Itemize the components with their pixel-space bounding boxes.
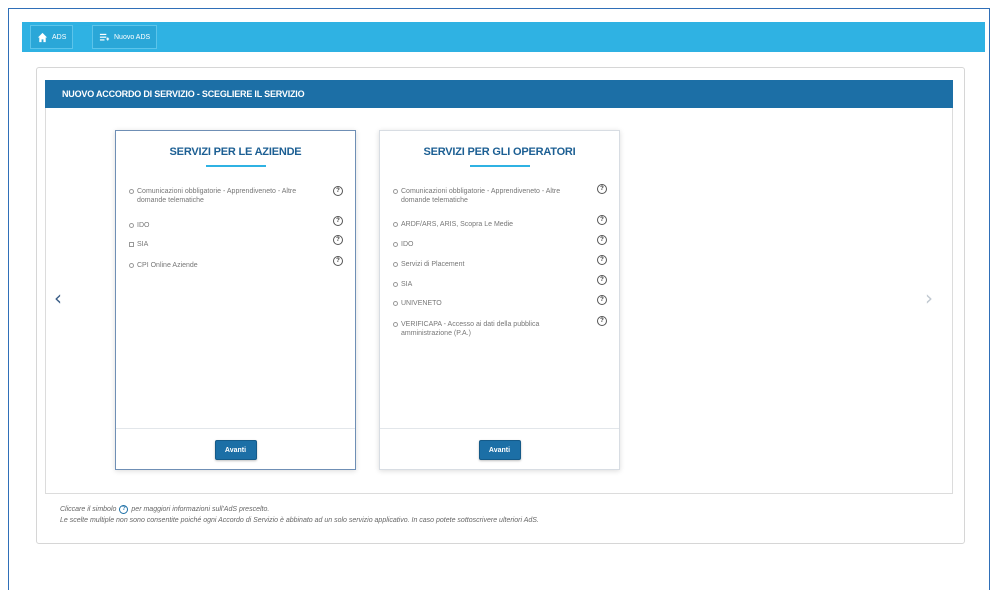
help-icon[interactable]: ? <box>597 255 607 265</box>
option-label: CPI Online Aziende <box>137 262 198 269</box>
title-underline <box>469 165 530 167</box>
radio-button[interactable] <box>393 242 398 247</box>
radio-button[interactable] <box>129 263 134 268</box>
nav-new-ads-button[interactable]: Nuovo ADS <box>92 25 158 49</box>
nav-home-label: ADS <box>52 33 67 41</box>
option-label: SIA <box>401 281 413 288</box>
option-verificapa[interactable]: VERIFICAPA - Accesso ai dati della pubbl… <box>393 320 581 338</box>
option-comunicazioni[interactable]: Comunicazioni obbligatorie - Apprendiven… <box>393 187 581 205</box>
help-icon[interactable]: ? <box>333 235 343 245</box>
home-icon <box>37 32 48 42</box>
option-label: IDO <box>401 241 414 248</box>
avanti-button[interactable]: Avanti <box>478 440 521 460</box>
radio-button[interactable] <box>129 223 134 228</box>
radio-button[interactable] <box>129 189 134 194</box>
option-label: UNIVENETO <box>401 300 442 307</box>
info-note: Cliccare il simbolo ? per maggiori infor… <box>60 505 269 514</box>
option-label: SIA <box>137 241 149 248</box>
list-add-icon <box>99 33 110 41</box>
radio-button[interactable] <box>393 189 398 194</box>
radio-button[interactable] <box>393 222 398 227</box>
help-icon: ? <box>119 505 129 514</box>
help-icon[interactable]: ? <box>333 256 343 266</box>
note-suffix: per maggiori informazioni sull'AdS presc… <box>131 506 270 513</box>
avanti-button[interactable]: Avanti <box>214 440 257 460</box>
option-label: Servizi di Placement <box>401 261 465 268</box>
help-icon[interactable]: ? <box>597 316 607 326</box>
card-divider <box>380 428 619 429</box>
card-title: SERVIZI PER GLI OPERATORI <box>423 146 576 158</box>
title-underline <box>205 165 266 167</box>
checkbox[interactable] <box>129 242 134 247</box>
nav-home-button[interactable]: ADS <box>30 25 74 49</box>
option-label: Comunicazioni obbligatorie - Apprendiven… <box>401 188 561 204</box>
option-ido[interactable]: IDO <box>129 221 317 230</box>
option-comunicazioni[interactable]: Comunicazioni obbligatorie - Apprendiven… <box>129 187 317 205</box>
note-prefix: Cliccare il simbolo <box>60 506 117 513</box>
option-ardf[interactable]: ARDF/ARS, ARIS, Scopra Le Medie <box>393 220 581 229</box>
help-icon[interactable]: ? <box>333 216 343 226</box>
help-icon[interactable]: ? <box>597 275 607 285</box>
page-title: NUOVO ACCORDO DI SERVIZIO - SCEGLIERE IL… <box>45 80 953 108</box>
top-navbar: ADS Nuovo ADS <box>22 22 985 52</box>
option-ido[interactable]: IDO <box>393 240 581 249</box>
option-label: VERIFICAPA - Accesso ai dati della pubbl… <box>401 321 540 337</box>
nav-new-label: Nuovo ADS <box>114 33 151 41</box>
option-label: ARDF/ARS, ARIS, Scopra Le Medie <box>401 221 514 228</box>
option-label: IDO <box>137 222 150 229</box>
help-icon[interactable]: ? <box>333 186 343 196</box>
radio-button[interactable] <box>393 301 398 306</box>
option-cpi-online[interactable]: CPI Online Aziende <box>129 261 317 270</box>
radio-button[interactable] <box>393 262 398 267</box>
radio-button[interactable] <box>393 322 398 327</box>
radio-button[interactable] <box>393 282 398 287</box>
service-card-aziende: SERVIZI PER LE AZIENDE Comunicazioni obb… <box>115 130 356 470</box>
card-title: SERVIZI PER LE AZIENDE <box>169 146 302 158</box>
option-placement[interactable]: Servizi di Placement <box>393 260 581 269</box>
option-sia[interactable]: SIA <box>393 280 581 289</box>
card-divider <box>116 428 355 429</box>
info-note-multiple: Le scelte multiple non sono consentite p… <box>60 517 539 524</box>
option-univeneto[interactable]: UNIVENETO <box>393 299 581 308</box>
option-label: Comunicazioni obbligatorie - Apprendiven… <box>137 188 297 204</box>
option-sia[interactable]: SIA <box>129 240 317 249</box>
carousel-next-button[interactable]: › <box>925 286 945 314</box>
help-icon[interactable]: ? <box>597 184 607 194</box>
help-icon[interactable]: ? <box>597 235 607 245</box>
help-icon[interactable]: ? <box>597 215 607 225</box>
service-card-operatori: SERVIZI PER GLI OPERATORI Comunicazioni … <box>379 130 620 470</box>
help-icon[interactable]: ? <box>597 295 607 305</box>
carousel-prev-button[interactable]: ‹ <box>54 286 76 314</box>
